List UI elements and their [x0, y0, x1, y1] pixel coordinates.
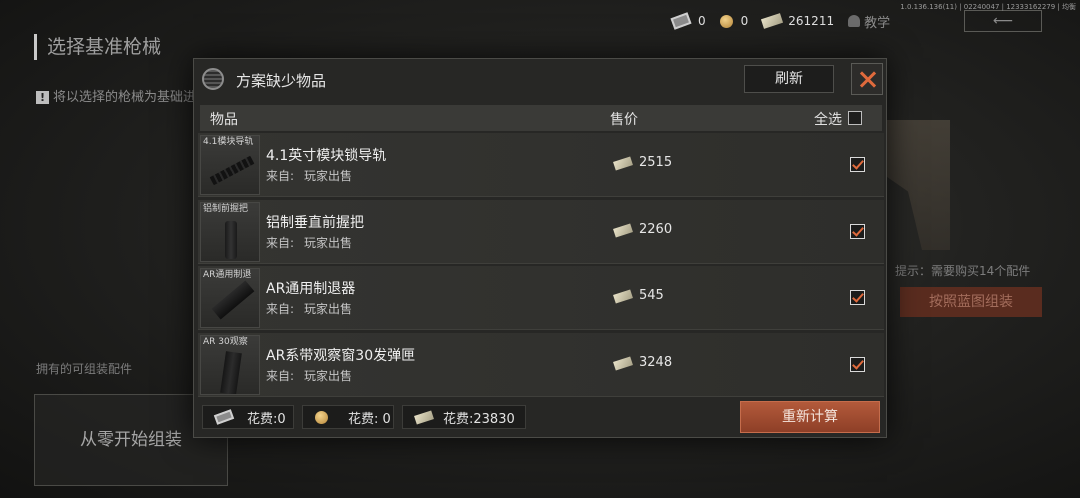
source-label: 来自:	[266, 368, 295, 383]
coin-amount: 0	[740, 14, 749, 28]
warning-icon: !	[36, 91, 49, 104]
select-all-checkbox[interactable]	[848, 111, 862, 125]
ticket-cost: 花费:0	[202, 405, 294, 429]
item-source: 来自: 玩家出售	[266, 300, 352, 317]
item-name: 4.1英寸模块锁导轨	[266, 148, 387, 164]
assemble-by-blueprint-button[interactable]: 按照蓝图组装	[900, 287, 1042, 317]
purchase-hint: 提示：需要购买14个配件	[895, 264, 1031, 278]
thumbnail-label: 4.1模块导轨	[203, 137, 254, 147]
tutorial-button[interactable]: 教学	[848, 12, 890, 31]
cash-icon	[613, 289, 633, 304]
item-source: 来自: 玩家出售	[266, 234, 352, 251]
item-thumbnail: AR通用制退	[200, 268, 260, 328]
item-name: AR系带观察窗30发弹匣	[266, 347, 416, 364]
cash-currency: 261211	[761, 13, 835, 29]
base-gun-note-text: 将以选择的枪械为基础进	[53, 90, 197, 105]
coin-icon	[315, 410, 328, 424]
item-price: 2260	[639, 221, 673, 237]
item-name: 铝制垂直前握把	[266, 214, 364, 231]
ticket-currency: 0	[670, 12, 706, 30]
close-icon[interactable]	[851, 63, 883, 95]
ticket-icon	[213, 409, 235, 425]
source-value: 玩家出售	[304, 302, 353, 316]
cash-cost-value: 花费:23830	[443, 411, 515, 427]
grip-icon	[225, 220, 237, 259]
ticket-cost-value: 花费:0	[247, 411, 286, 427]
item-name: AR通用制退器	[266, 281, 356, 297]
table-row: 4.1模块导轨 4.1英寸模块锁导轨 来自: 玩家出售 2515	[198, 133, 884, 197]
magazine-icon	[220, 350, 242, 394]
item-price: 3248	[639, 354, 673, 370]
gun-stock-image	[880, 120, 950, 250]
item-thumbnail: 铝制前握把	[200, 201, 260, 262]
select-all-label: 全选	[814, 112, 842, 128]
tutorial-label: 教学	[864, 15, 891, 31]
column-price: 售价	[610, 112, 638, 128]
item-source: 来自: 玩家出售	[266, 167, 352, 184]
refresh-button[interactable]: 刷新	[744, 65, 834, 93]
table-row: AR 30观察 AR系带观察窗30发弹匣 来自: 玩家出售 3248	[198, 332, 884, 397]
source-label: 来自:	[266, 169, 295, 183]
muzzle-brake-icon	[211, 280, 255, 320]
coin-icon	[719, 14, 733, 28]
coin-currency: 0	[719, 14, 749, 28]
version-info: 1.0.136.136(11) | 02240047 | 12333162279…	[900, 3, 1076, 11]
thumbnail-label: 铝制前握把	[203, 203, 249, 214]
table-row: AR通用制退 AR通用制退器 来自: 玩家出售 545	[198, 266, 884, 330]
dialog-header: 方案缺少物品 刷新	[194, 59, 886, 99]
item-source: 来自: 玩家出售	[266, 367, 352, 384]
item-checkbox[interactable]	[850, 223, 865, 239]
cash-icon	[613, 355, 633, 371]
cash-amount: 261211	[788, 14, 835, 28]
thumbnail-label: AR通用制退	[203, 270, 252, 280]
dialog-title: 方案缺少物品	[236, 72, 327, 90]
missing-items-dialog: 方案缺少物品 刷新 物品 售价 全选 4.1模块导轨 4.1英寸模块锁导轨 来自…	[193, 58, 887, 438]
item-price: 2515	[639, 155, 673, 170]
coin-cost-value: 花费: 0	[348, 411, 391, 427]
source-value: 玩家出售	[304, 235, 353, 250]
source-label: 来自:	[266, 235, 295, 250]
globe-icon	[202, 68, 224, 90]
cash-icon	[613, 156, 633, 171]
ticket-icon	[670, 12, 692, 30]
item-thumbnail: 4.1模块导轨	[200, 135, 260, 195]
item-checkbox[interactable]	[850, 290, 865, 305]
coin-cost: 花费: 0	[302, 405, 394, 429]
cash-cost: 花费:23830	[402, 405, 526, 429]
source-value: 玩家出售	[304, 169, 353, 183]
thumbnail-label: AR 30观察	[203, 336, 248, 347]
source-label: 来自:	[266, 302, 295, 316]
currency-bar: 0 0 261211 教学	[670, 10, 890, 32]
cash-icon	[613, 222, 633, 238]
item-list: 4.1模块导轨 4.1英寸模块锁导轨 来自: 玩家出售 2515 铝制前握把 铝制…	[198, 133, 884, 399]
table-row: 铝制前握把 铝制垂直前握把 来自: 玩家出售 2260	[198, 199, 884, 264]
base-gun-note: ! 将以选择的枪械为基础进	[36, 86, 196, 105]
source-value: 玩家出售	[304, 368, 353, 383]
item-checkbox[interactable]	[850, 356, 865, 372]
column-item: 物品	[210, 112, 238, 128]
recalculate-button[interactable]: 重新计算	[740, 401, 880, 433]
owned-parts-label: 拥有的可组装配件	[36, 362, 133, 376]
user-icon	[848, 15, 861, 27]
item-thumbnail: AR 30观察	[200, 334, 260, 395]
page-title: 选择基准枪械	[34, 34, 161, 60]
ticket-amount: 0	[698, 14, 706, 28]
cash-icon	[414, 409, 434, 425]
item-checkbox[interactable]	[850, 157, 865, 172]
cash-icon	[761, 13, 784, 29]
back-arrow-button[interactable]: ⟵	[964, 10, 1042, 32]
rail-icon	[209, 155, 255, 186]
table-header: 物品 售价 全选	[200, 105, 882, 131]
cost-footer: 花费:0 花费: 0 花费:23830 重新计算	[202, 401, 882, 433]
item-price: 545	[639, 288, 664, 303]
